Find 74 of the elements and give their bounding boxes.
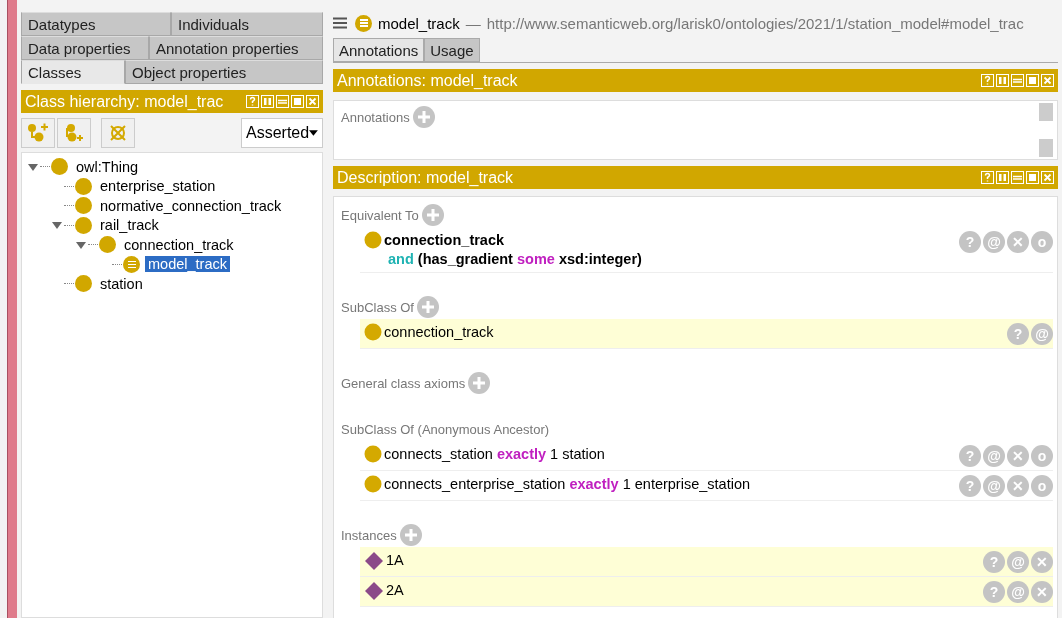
add-icon[interactable] <box>468 372 491 394</box>
tree-item[interactable]: owl:Thing <box>73 158 142 175</box>
tree-item[interactable]: connection_track <box>121 236 237 253</box>
axiom-text: 1A <box>386 551 404 570</box>
help-icon[interactable] <box>981 74 994 87</box>
tree-item[interactable]: enterprise_station <box>97 178 219 195</box>
close-icon[interactable] <box>1041 171 1054 184</box>
class-icon <box>364 323 382 341</box>
axiom-text: connection_track <box>384 231 506 250</box>
help-icon[interactable] <box>981 171 994 184</box>
view-title: Annotations: model_track <box>337 71 519 90</box>
maximize-icon[interactable] <box>1026 74 1039 87</box>
tree-item[interactable]: rail_track <box>97 217 162 234</box>
tab[interactable]: Object properties <box>125 60 323 84</box>
section-label: Instances <box>341 527 397 543</box>
axiom-text: 2A <box>386 581 404 600</box>
expand-arrow-icon[interactable] <box>28 161 40 172</box>
tab[interactable]: Individuals <box>171 12 323 36</box>
expand-arrow-icon[interactable] <box>52 220 64 231</box>
add-icon[interactable] <box>412 106 435 128</box>
entity-name: model_track <box>378 14 460 32</box>
add-sibling-button[interactable] <box>57 118 91 148</box>
tab[interactable]: Data properties <box>21 36 149 60</box>
caret-icon <box>309 130 318 136</box>
tab[interactable]: Annotations <box>333 38 425 62</box>
add-icon[interactable] <box>399 524 422 546</box>
view-title: Description: model_track <box>337 168 515 187</box>
expand-arrow-icon[interactable] <box>76 239 88 250</box>
entity-iri: http://www.semanticweb.org/larisk0/ontologies/2021/1/station_model#model_trac <box>486 14 1024 32</box>
hierarchy-mode-dropdown[interactable]: Asserted <box>241 118 323 148</box>
tree-item[interactable]: normative_connection_track <box>97 197 285 214</box>
add-icon[interactable] <box>417 296 439 318</box>
section-label: SubClass Of <box>341 299 414 315</box>
delete-class-button[interactable] <box>101 118 135 148</box>
split-view-icon[interactable] <box>261 95 274 108</box>
split-view-icon[interactable] <box>996 74 1009 87</box>
axiom-text: connects_enterprise_station exactly 1 enterprise_station <box>384 475 750 494</box>
class-icon <box>364 445 382 463</box>
node-branch-icon <box>27 123 49 143</box>
help-icon[interactable] <box>246 95 259 108</box>
axiom-text: connects_station exactly 1 station <box>384 445 605 464</box>
view-title: Class hierarchy: model_trac <box>25 92 225 111</box>
minimize-icon[interactable] <box>1011 74 1024 87</box>
axiom-text: connection_track <box>384 323 494 342</box>
section-label: Equivalent To <box>341 207 419 223</box>
class-icon <box>364 475 382 493</box>
maximize-icon[interactable] <box>1026 171 1039 184</box>
section-label: Annotations <box>341 109 410 125</box>
split-view-icon[interactable] <box>996 171 1009 184</box>
menu-icon[interactable] <box>333 17 347 29</box>
minimize-icon[interactable] <box>276 95 289 108</box>
diamond-icon <box>364 551 384 571</box>
defined-class-icon <box>355 14 372 32</box>
close-icon[interactable] <box>306 95 319 108</box>
tree-item[interactable]: model_track <box>145 256 230 273</box>
axiom-text: and (has_gradient some xsd:integer) <box>387 250 642 269</box>
section-label: General class axioms <box>341 375 466 391</box>
add-icon[interactable] <box>421 204 444 226</box>
tree-item[interactable]: station <box>97 275 146 292</box>
maximize-icon[interactable] <box>291 95 304 108</box>
tab[interactable]: Datatypes <box>21 12 171 36</box>
minimize-icon[interactable] <box>1011 171 1024 184</box>
scrollbar[interactable] <box>1039 103 1053 157</box>
section-label: SubClass Of (Anonymous Ancestor) <box>341 421 550 437</box>
node-sibling-icon <box>64 123 84 143</box>
tab[interactable]: Usage <box>424 38 480 62</box>
close-icon[interactable] <box>1041 74 1054 87</box>
tab[interactable]: Classes <box>21 60 125 84</box>
add-subclass-button[interactable] <box>21 118 55 148</box>
tab[interactable]: Annotation properties <box>149 36 323 60</box>
crossed-node-icon <box>108 123 128 143</box>
separator-dash: — <box>465 14 481 32</box>
diamond-icon <box>364 581 384 601</box>
class-icon <box>364 231 382 249</box>
